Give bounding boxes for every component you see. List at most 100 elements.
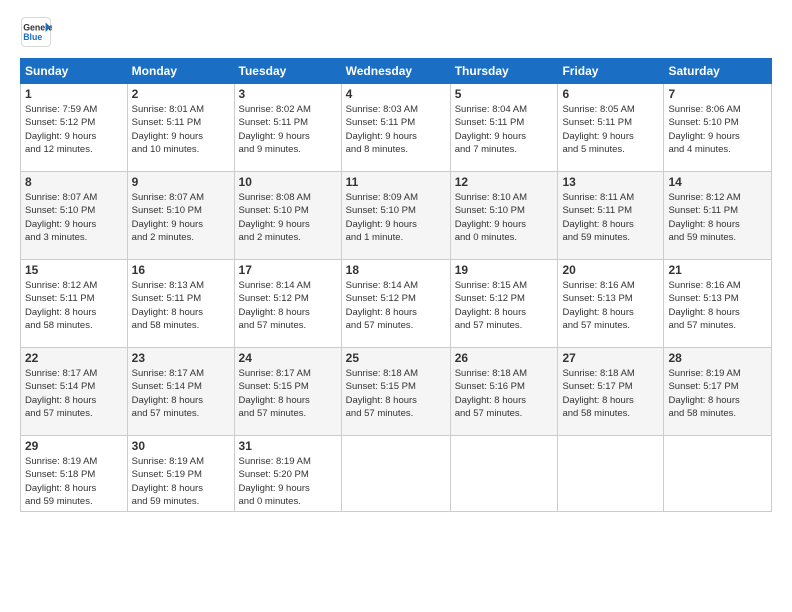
day-number: 2: [132, 87, 230, 101]
day-number: 23: [132, 351, 230, 365]
calendar-cell: [341, 436, 450, 512]
weekday-header-row: SundayMondayTuesdayWednesdayThursdayFrid…: [21, 59, 772, 84]
day-number: 27: [562, 351, 659, 365]
calendar-cell: 4 Sunrise: 8:03 AM Sunset: 5:11 PM Daylig…: [341, 84, 450, 172]
day-info: Sunrise: 8:07 AM Sunset: 5:10 PM Dayligh…: [25, 191, 123, 244]
day-number: 14: [668, 175, 767, 189]
day-number: 29: [25, 439, 123, 453]
calendar-cell: 29 Sunrise: 8:19 AM Sunset: 5:18 PM Dayli…: [21, 436, 128, 512]
calendar-cell: 14 Sunrise: 8:12 AM Sunset: 5:11 PM Dayli…: [664, 172, 772, 260]
calendar-cell: 2 Sunrise: 8:01 AM Sunset: 5:11 PM Daylig…: [127, 84, 234, 172]
day-info: Sunrise: 8:09 AM Sunset: 5:10 PM Dayligh…: [346, 191, 446, 244]
day-info: Sunrise: 8:04 AM Sunset: 5:11 PM Dayligh…: [455, 103, 554, 156]
calendar-cell: 16Sunrise: 8:13 AM Sunset: 5:11 PM Dayli…: [127, 260, 234, 348]
calendar-cell: 8 Sunrise: 8:07 AM Sunset: 5:10 PM Daylig…: [21, 172, 128, 260]
calendar-cell: 22 Sunrise: 8:17 AM Sunset: 5:14 PM Dayli…: [21, 348, 128, 436]
calendar-cell: 11 Sunrise: 8:09 AM Sunset: 5:10 PM Dayli…: [341, 172, 450, 260]
calendar-cell: 21 Sunrise: 8:16 AM Sunset: 5:13 PM Dayli…: [664, 260, 772, 348]
day-number: 13: [562, 175, 659, 189]
day-number: 22: [25, 351, 123, 365]
day-number: 21: [668, 263, 767, 277]
day-info: Sunrise: 8:15 AM Sunset: 5:12 PM Dayligh…: [455, 279, 554, 332]
weekday-header-cell: Thursday: [450, 59, 558, 84]
calendar-cell: 30Sunrise: 8:19 AM Sunset: 5:19 PM Dayli…: [127, 436, 234, 512]
day-number: 3: [239, 87, 337, 101]
logo-icon: General Blue: [20, 16, 52, 48]
calendar-cell: 3 Sunrise: 8:02 AM Sunset: 5:11 PM Daylig…: [234, 84, 341, 172]
calendar-week-row: 15Sunrise: 8:12 AM Sunset: 5:11 PM Dayli…: [21, 260, 772, 348]
calendar-cell: 12Sunrise: 8:10 AM Sunset: 5:10 PM Dayli…: [450, 172, 558, 260]
day-info: Sunrise: 8:16 AM Sunset: 5:13 PM Dayligh…: [562, 279, 659, 332]
day-info: Sunrise: 8:17 AM Sunset: 5:15 PM Dayligh…: [239, 367, 337, 420]
calendar-week-row: 8 Sunrise: 8:07 AM Sunset: 5:10 PM Daylig…: [21, 172, 772, 260]
calendar-cell: 28Sunrise: 8:19 AM Sunset: 5:17 PM Dayli…: [664, 348, 772, 436]
weekday-header-cell: Tuesday: [234, 59, 341, 84]
day-number: 15: [25, 263, 123, 277]
calendar-cell: 19 Sunrise: 8:15 AM Sunset: 5:12 PM Dayli…: [450, 260, 558, 348]
weekday-header-cell: Friday: [558, 59, 664, 84]
day-info: Sunrise: 8:16 AM Sunset: 5:13 PM Dayligh…: [668, 279, 767, 332]
calendar-cell: 15Sunrise: 8:12 AM Sunset: 5:11 PM Dayli…: [21, 260, 128, 348]
day-info: Sunrise: 8:11 AM Sunset: 5:11 PM Dayligh…: [562, 191, 659, 244]
calendar-week-row: 1 Sunrise: 7:59 AM Sunset: 5:12 PM Daylig…: [21, 84, 772, 172]
calendar-cell: 13 Sunrise: 8:11 AM Sunset: 5:11 PM Dayli…: [558, 172, 664, 260]
day-info: Sunrise: 8:19 AM Sunset: 5:20 PM Dayligh…: [239, 455, 337, 508]
day-number: 18: [346, 263, 446, 277]
calendar-table: SundayMondayTuesdayWednesdayThursdayFrid…: [20, 58, 772, 512]
day-info: Sunrise: 8:17 AM Sunset: 5:14 PM Dayligh…: [25, 367, 123, 420]
header: General Blue: [20, 16, 772, 48]
day-number: 25: [346, 351, 446, 365]
day-number: 19: [455, 263, 554, 277]
calendar-cell: 26 Sunrise: 8:18 AM Sunset: 5:16 PM Dayli…: [450, 348, 558, 436]
calendar-cell: 7 Sunrise: 8:06 AM Sunset: 5:10 PM Daylig…: [664, 84, 772, 172]
day-number: 12: [455, 175, 554, 189]
calendar-cell: 9 Sunrise: 8:07 AM Sunset: 5:10 PM Daylig…: [127, 172, 234, 260]
day-info: Sunrise: 8:01 AM Sunset: 5:11 PM Dayligh…: [132, 103, 230, 156]
day-number: 28: [668, 351, 767, 365]
day-number: 4: [346, 87, 446, 101]
weekday-header-cell: Saturday: [664, 59, 772, 84]
weekday-header-cell: Wednesday: [341, 59, 450, 84]
calendar-week-row: 29 Sunrise: 8:19 AM Sunset: 5:18 PM Dayli…: [21, 436, 772, 512]
day-number: 7: [668, 87, 767, 101]
day-number: 1: [25, 87, 123, 101]
svg-text:Blue: Blue: [23, 32, 42, 42]
day-number: 9: [132, 175, 230, 189]
calendar-cell: 20 Sunrise: 8:16 AM Sunset: 5:13 PM Dayli…: [558, 260, 664, 348]
day-info: Sunrise: 8:07 AM Sunset: 5:10 PM Dayligh…: [132, 191, 230, 244]
logo: General Blue: [20, 16, 56, 48]
day-number: 11: [346, 175, 446, 189]
day-info: Sunrise: 8:18 AM Sunset: 5:16 PM Dayligh…: [455, 367, 554, 420]
weekday-header-cell: Sunday: [21, 59, 128, 84]
day-info: Sunrise: 8:17 AM Sunset: 5:14 PM Dayligh…: [132, 367, 230, 420]
day-info: Sunrise: 8:12 AM Sunset: 5:11 PM Dayligh…: [668, 191, 767, 244]
day-number: 10: [239, 175, 337, 189]
day-info: Sunrise: 8:19 AM Sunset: 5:18 PM Dayligh…: [25, 455, 123, 508]
day-info: Sunrise: 8:02 AM Sunset: 5:11 PM Dayligh…: [239, 103, 337, 156]
day-info: Sunrise: 7:59 AM Sunset: 5:12 PM Dayligh…: [25, 103, 123, 156]
day-info: Sunrise: 8:18 AM Sunset: 5:17 PM Dayligh…: [562, 367, 659, 420]
calendar-cell: 10 Sunrise: 8:08 AM Sunset: 5:10 PM Dayli…: [234, 172, 341, 260]
calendar-body: 1 Sunrise: 7:59 AM Sunset: 5:12 PM Daylig…: [21, 84, 772, 512]
day-info: Sunrise: 8:19 AM Sunset: 5:19 PM Dayligh…: [132, 455, 230, 508]
calendar-cell: [450, 436, 558, 512]
calendar-cell: [664, 436, 772, 512]
calendar-cell: 17Sunrise: 8:14 AM Sunset: 5:12 PM Dayli…: [234, 260, 341, 348]
calendar-cell: 1 Sunrise: 7:59 AM Sunset: 5:12 PM Daylig…: [21, 84, 128, 172]
day-info: Sunrise: 8:14 AM Sunset: 5:12 PM Dayligh…: [239, 279, 337, 332]
day-number: 26: [455, 351, 554, 365]
calendar-cell: 18Sunrise: 8:14 AM Sunset: 5:12 PM Dayli…: [341, 260, 450, 348]
calendar-cell: 31Sunrise: 8:19 AM Sunset: 5:20 PM Dayli…: [234, 436, 341, 512]
day-number: 8: [25, 175, 123, 189]
calendar-cell: 24Sunrise: 8:17 AM Sunset: 5:15 PM Dayli…: [234, 348, 341, 436]
day-number: 6: [562, 87, 659, 101]
day-number: 16: [132, 263, 230, 277]
day-info: Sunrise: 8:05 AM Sunset: 5:11 PM Dayligh…: [562, 103, 659, 156]
calendar-cell: 25Sunrise: 8:18 AM Sunset: 5:15 PM Dayli…: [341, 348, 450, 436]
day-info: Sunrise: 8:03 AM Sunset: 5:11 PM Dayligh…: [346, 103, 446, 156]
day-number: 20: [562, 263, 659, 277]
day-info: Sunrise: 8:06 AM Sunset: 5:10 PM Dayligh…: [668, 103, 767, 156]
calendar-cell: 27 Sunrise: 8:18 AM Sunset: 5:17 PM Dayli…: [558, 348, 664, 436]
day-number: 5: [455, 87, 554, 101]
day-info: Sunrise: 8:08 AM Sunset: 5:10 PM Dayligh…: [239, 191, 337, 244]
